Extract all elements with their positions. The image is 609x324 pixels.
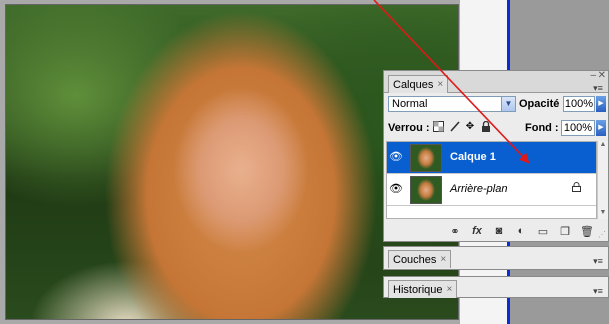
opacity-label: Opacité : [519,98,567,110]
minimize-icon[interactable]: – [590,70,596,81]
tab-couches[interactable]: Couches × [388,250,452,269]
tab-historique[interactable]: Historique × [388,280,458,299]
lock-options: ✥ [432,120,492,132]
lock-icon [572,182,581,195]
layer-name: Calque 1 [450,151,496,163]
tab-calques[interactable]: Calques × [388,75,449,94]
blend-mode-select[interactable]: Normal ▼ [388,96,516,112]
lock-label: Verrou : [388,122,430,134]
layer-thumbnail [410,176,442,204]
layers-tab-bar: Calques × – ✕ ▾≡ [384,70,608,94]
close-icon[interactable]: × [447,281,453,299]
folder-icon[interactable]: ▭ [536,225,550,238]
trash-icon[interactable]: 🗑 [580,225,594,238]
layer-thumbnail [410,144,442,172]
fill-field[interactable]: 100% [561,120,595,136]
layers-toolbar: ⚭ fx ◙ ◐ ▭ ❐ 🗑 [384,222,608,240]
chevron-down-icon[interactable]: ▼ [501,97,515,111]
new-layer-icon[interactable]: ❐ [558,225,572,238]
fx-icon[interactable]: fx [470,225,484,237]
lock-position-move-icon[interactable]: ✥ [464,120,476,132]
opacity-field[interactable]: 100% [563,96,595,112]
tab-historique-label: Historique [393,283,443,296]
history-panel: Historique × ▾≡ [383,276,609,298]
layer-list: 👁 Calque 1 👁 Arrière-plan [386,141,597,219]
opacity-slider-arrow-icon[interactable]: ▶ [596,96,606,112]
adjustment-icon[interactable]: ◐ [514,225,528,237]
layer-row-arriere-plan[interactable]: 👁 Arrière-plan [387,174,596,206]
scroll-up-icon[interactable]: ▲ [598,141,608,151]
panel-menu-icon[interactable]: ▾≡ [592,256,604,266]
eye-visibility-icon[interactable]: 👁 [389,150,403,164]
tab-couches-label: Couches [393,253,437,266]
fill-label: Fond : [525,122,559,134]
close-icon[interactable]: ✕ [598,70,606,81]
lock-all-icon[interactable] [480,120,492,132]
close-icon[interactable]: × [440,251,446,269]
channels-panel: Couches × ▾≡ [383,246,609,270]
resize-grip-icon[interactable]: ⋰ [598,230,606,239]
link-icon[interactable]: ⚭ [448,225,462,238]
blend-mode-value: Normal [392,98,428,110]
fill-slider-arrow-icon[interactable]: ▶ [596,120,606,136]
lock-pixels-brush-icon[interactable] [448,120,460,132]
layer-name: Arrière-plan [450,183,508,195]
panel-menu-icon[interactable]: ▾≡ [592,286,604,296]
lock-transparency-icon[interactable] [432,120,444,132]
tab-calques-label: Calques [393,78,434,91]
close-icon[interactable]: × [437,76,443,94]
scroll-down-icon[interactable]: ▼ [598,209,608,219]
mask-icon[interactable]: ◙ [492,225,506,237]
panel-menu-icon[interactable]: ▾≡ [592,83,604,93]
layer-row-calque-1[interactable]: 👁 Calque 1 [387,142,596,174]
layer-list-scrollbar[interactable]: ▲ ▼ [597,141,608,219]
layers-panel: Calques × – ✕ ▾≡ Normal ▼ Opacité : 100%… [383,70,609,242]
eye-visibility-icon[interactable]: 👁 [389,182,403,196]
